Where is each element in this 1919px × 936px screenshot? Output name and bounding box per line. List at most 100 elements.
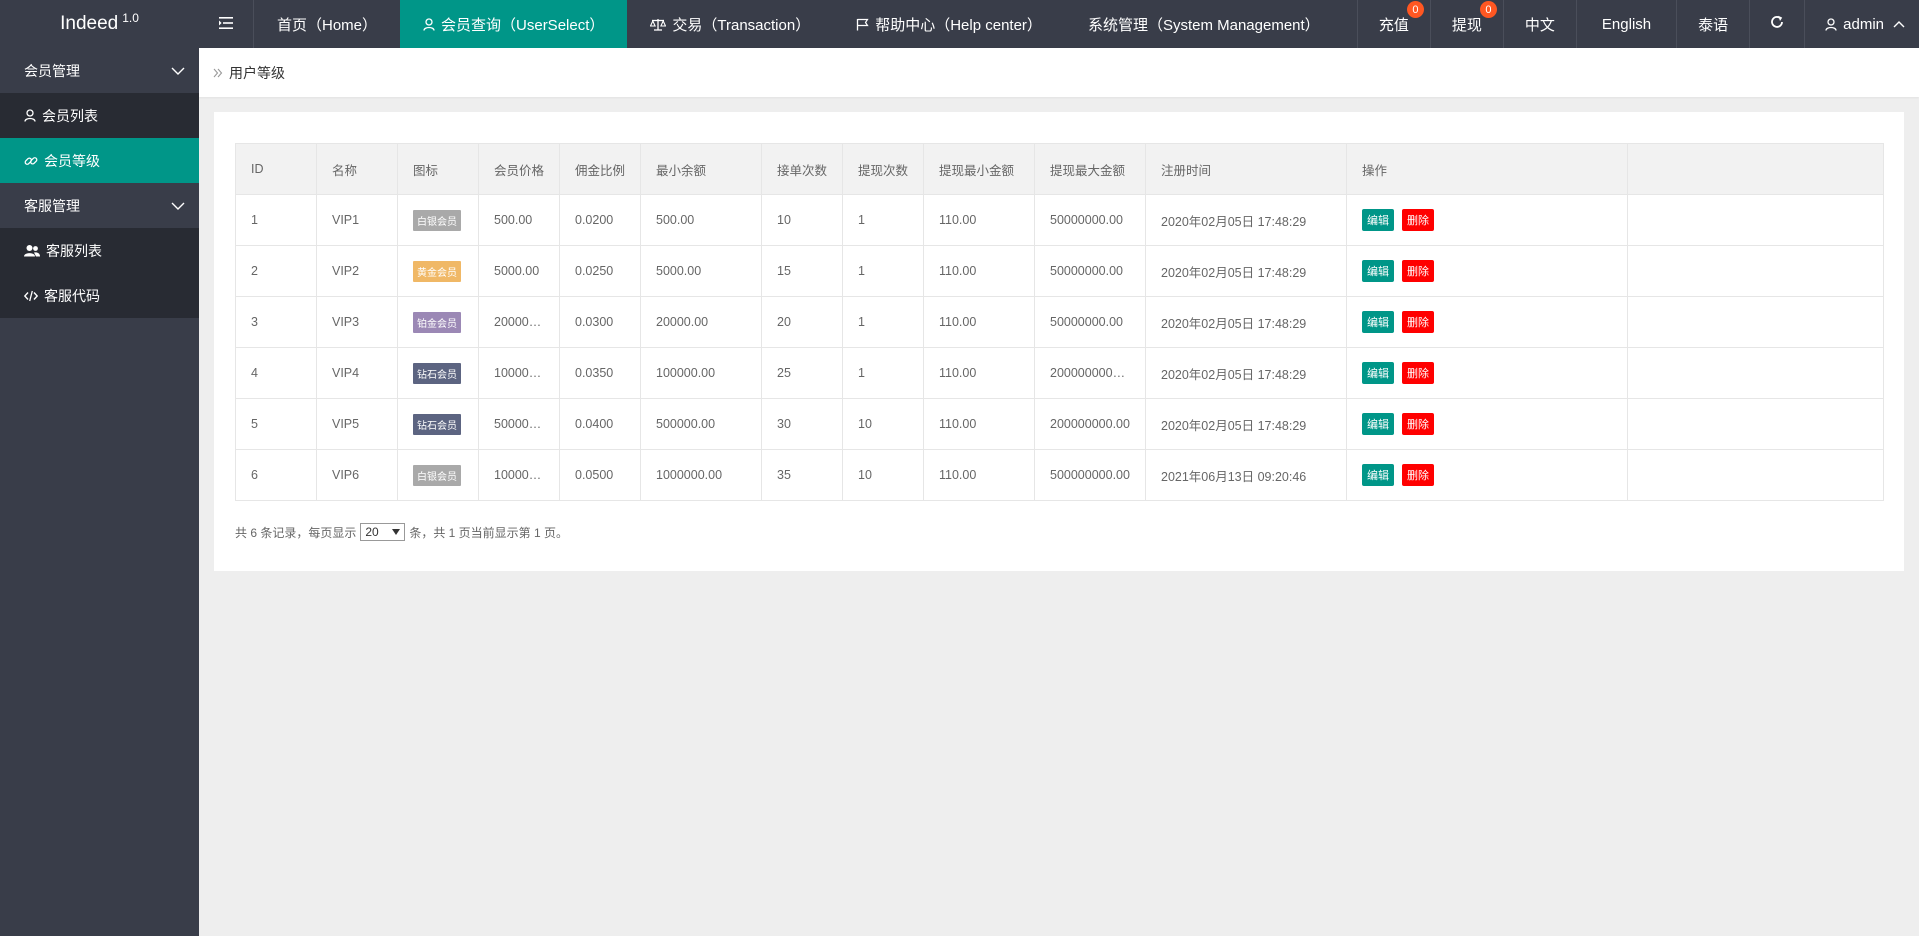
menu-toggle-icon [219, 16, 233, 33]
sidebar-group-service-management[interactable]: 客服管理 [0, 183, 199, 228]
nav-transaction-label: 交易（Transaction） [672, 16, 811, 34]
delete-button[interactable]: 删除 [1402, 209, 1434, 231]
column-header: 会员价格 [478, 143, 560, 195]
cell-withdraw-times: 1 [842, 194, 924, 246]
sidebar-item-member-level[interactable]: 会员等级 [0, 138, 199, 183]
delete-button[interactable]: 删除 [1402, 464, 1434, 486]
breadcrumb: 用户等级 [199, 48, 1919, 97]
delete-button[interactable]: 删除 [1402, 362, 1434, 384]
nav-user-select[interactable]: 会员查询（UserSelect） [400, 0, 628, 48]
sidebar-item-service-code[interactable]: 客服代码 [0, 273, 199, 318]
nav-help-center[interactable]: 帮助中心（Help center） [833, 0, 1065, 48]
cell-price: 100000.00 [478, 347, 560, 399]
cell-price: 500000.00 [478, 398, 560, 450]
cell-id: 3 [235, 296, 317, 348]
page-size-select[interactable]: 20 [360, 523, 406, 541]
chevron-up-icon [1893, 20, 1905, 28]
pager-suffix: 条，共 1 页当前显示第 1 页。 [409, 525, 569, 540]
column-header: 佣金比例 [559, 143, 641, 195]
edit-button[interactable]: 编辑 [1362, 413, 1394, 435]
cell-min-balance: 500.00 [640, 194, 762, 246]
cell-id: 5 [235, 398, 317, 450]
withdraw-button[interactable]: 提现 0 [1429, 0, 1503, 48]
top-header: Indeed 1.0 首页（Home） 会员查询（UserSelect） 交易（T… [0, 0, 1919, 48]
nav-home-label: 首页（Home） [277, 16, 378, 34]
edit-button[interactable]: 编辑 [1362, 464, 1394, 486]
table-body: 1 VIP1 白银会员 500.00 0.0200 500.00 10 1 110.00 5000… [235, 194, 1884, 501]
cell-reg-time: 2020年02月05日 17:48:29 [1145, 245, 1347, 297]
nav-system-management[interactable]: 系统管理（System Management） [1065, 0, 1343, 48]
level-badge: 钻石会员 [413, 362, 461, 384]
cell-withdraw-max: 500000000.00 [1034, 449, 1146, 501]
caret-down-icon [392, 529, 401, 535]
edit-button[interactable]: 编辑 [1362, 260, 1394, 282]
cell-withdraw-max: 50000000.00 [1034, 194, 1146, 246]
user-menu-button[interactable]: admin [1804, 0, 1919, 48]
edit-button[interactable]: 编辑 [1362, 209, 1394, 231]
cell-min-balance: 500000.00 [640, 398, 762, 450]
sidebar-item-service-list[interactable]: 客服列表 [0, 228, 199, 273]
cell-icon: 黄金会员 [397, 245, 479, 297]
cell-filler [1627, 245, 1884, 297]
delete-button[interactable]: 删除 [1402, 260, 1434, 282]
edit-button[interactable]: 编辑 [1362, 362, 1394, 384]
table-row: 6 VIP6 白银会员 1000000.00 0.0500 1000000.00 35 10 1… [235, 449, 1884, 501]
cell-icon: 白银会员 [397, 194, 479, 246]
lang-english-button[interactable]: English [1575, 0, 1676, 48]
sidebar-item-label: 客服列表 [46, 242, 102, 259]
cell-commission: 0.0200 [559, 194, 641, 246]
delete-button[interactable]: 删除 [1402, 413, 1434, 435]
withdraw-badge: 0 [1479, 1, 1497, 18]
sidebar-item-label: 会员列表 [42, 107, 98, 124]
app-name: Indeed [60, 13, 119, 34]
cell-withdraw-min: 110.00 [923, 245, 1035, 297]
cell-commission: 0.0500 [559, 449, 641, 501]
cell-reg-time: 2020年02月05日 17:48:29 [1145, 296, 1347, 348]
table-header-row: ID 名称 图标 会员价格 佣金比例 最小余额 接单次数 提现次数 提现最小金额… [235, 143, 1884, 195]
cell-orders: 25 [761, 347, 843, 399]
user-icon [423, 17, 435, 31]
cell-icon: 钻石会员 [397, 347, 479, 399]
cell-reg-time: 2020年02月05日 17:48:29 [1145, 398, 1347, 450]
sidebar-item-label: 客服代码 [44, 287, 100, 304]
column-header: 最小余额 [640, 143, 762, 195]
cell-actions: 编辑 删除 [1346, 194, 1628, 246]
cell-withdraw-times: 10 [842, 449, 924, 501]
cell-withdraw-min: 110.00 [923, 449, 1035, 501]
cell-min-balance: 20000.00 [640, 296, 762, 348]
nav-home[interactable]: 首页（Home） [254, 0, 400, 48]
column-header: 操作 [1346, 143, 1628, 195]
menu-toggle-button[interactable] [199, 0, 254, 48]
cell-withdraw-max: 50000000.00 [1034, 245, 1146, 297]
cell-id: 4 [235, 347, 317, 399]
cell-commission: 0.0400 [559, 398, 641, 450]
cell-withdraw-times: 1 [842, 347, 924, 399]
edit-button[interactable]: 编辑 [1362, 311, 1394, 333]
cell-orders: 20 [761, 296, 843, 348]
cell-withdraw-times: 10 [842, 398, 924, 450]
app-logo: Indeed 1.0 [0, 0, 199, 48]
pagination: 共 6 条记录，每页显示 20 条，共 1 页当前显示第 1 页。 [235, 523, 1883, 541]
cell-withdraw-max: 2000000000.00 [1034, 347, 1146, 399]
recharge-badge: 0 [1406, 1, 1424, 18]
column-header: 提现最小金额 [923, 143, 1035, 195]
cell-name: VIP1 [316, 194, 398, 246]
recharge-button[interactable]: 充值 0 [1356, 0, 1430, 48]
main-nav: 首页（Home） 会员查询（UserSelect） 交易（Transaction… [199, 0, 1343, 48]
cell-min-balance: 100000.00 [640, 347, 762, 399]
delete-button[interactable]: 删除 [1402, 311, 1434, 333]
cell-name: VIP4 [316, 347, 398, 399]
sidebar-group-label: 客服管理 [24, 197, 80, 214]
table-row: 3 VIP3 铂金会员 20000.00 0.0300 20000.00 20 1 110.00… [235, 296, 1884, 348]
sidebar-item-member-list[interactable]: 会员列表 [0, 93, 199, 138]
sidebar-group-member-management[interactable]: 会员管理 [0, 48, 199, 93]
refresh-button[interactable] [1749, 0, 1804, 48]
lang-chinese-button[interactable]: 中文 [1502, 0, 1576, 48]
cell-orders: 10 [761, 194, 843, 246]
cell-withdraw-min: 110.00 [923, 194, 1035, 246]
cell-actions: 编辑 删除 [1346, 296, 1628, 348]
users-icon [24, 244, 40, 257]
lang-thai-button[interactable]: 泰语 [1676, 0, 1749, 48]
column-header: 提现次数 [842, 143, 924, 195]
nav-transaction[interactable]: 交易（Transaction） [627, 0, 833, 48]
